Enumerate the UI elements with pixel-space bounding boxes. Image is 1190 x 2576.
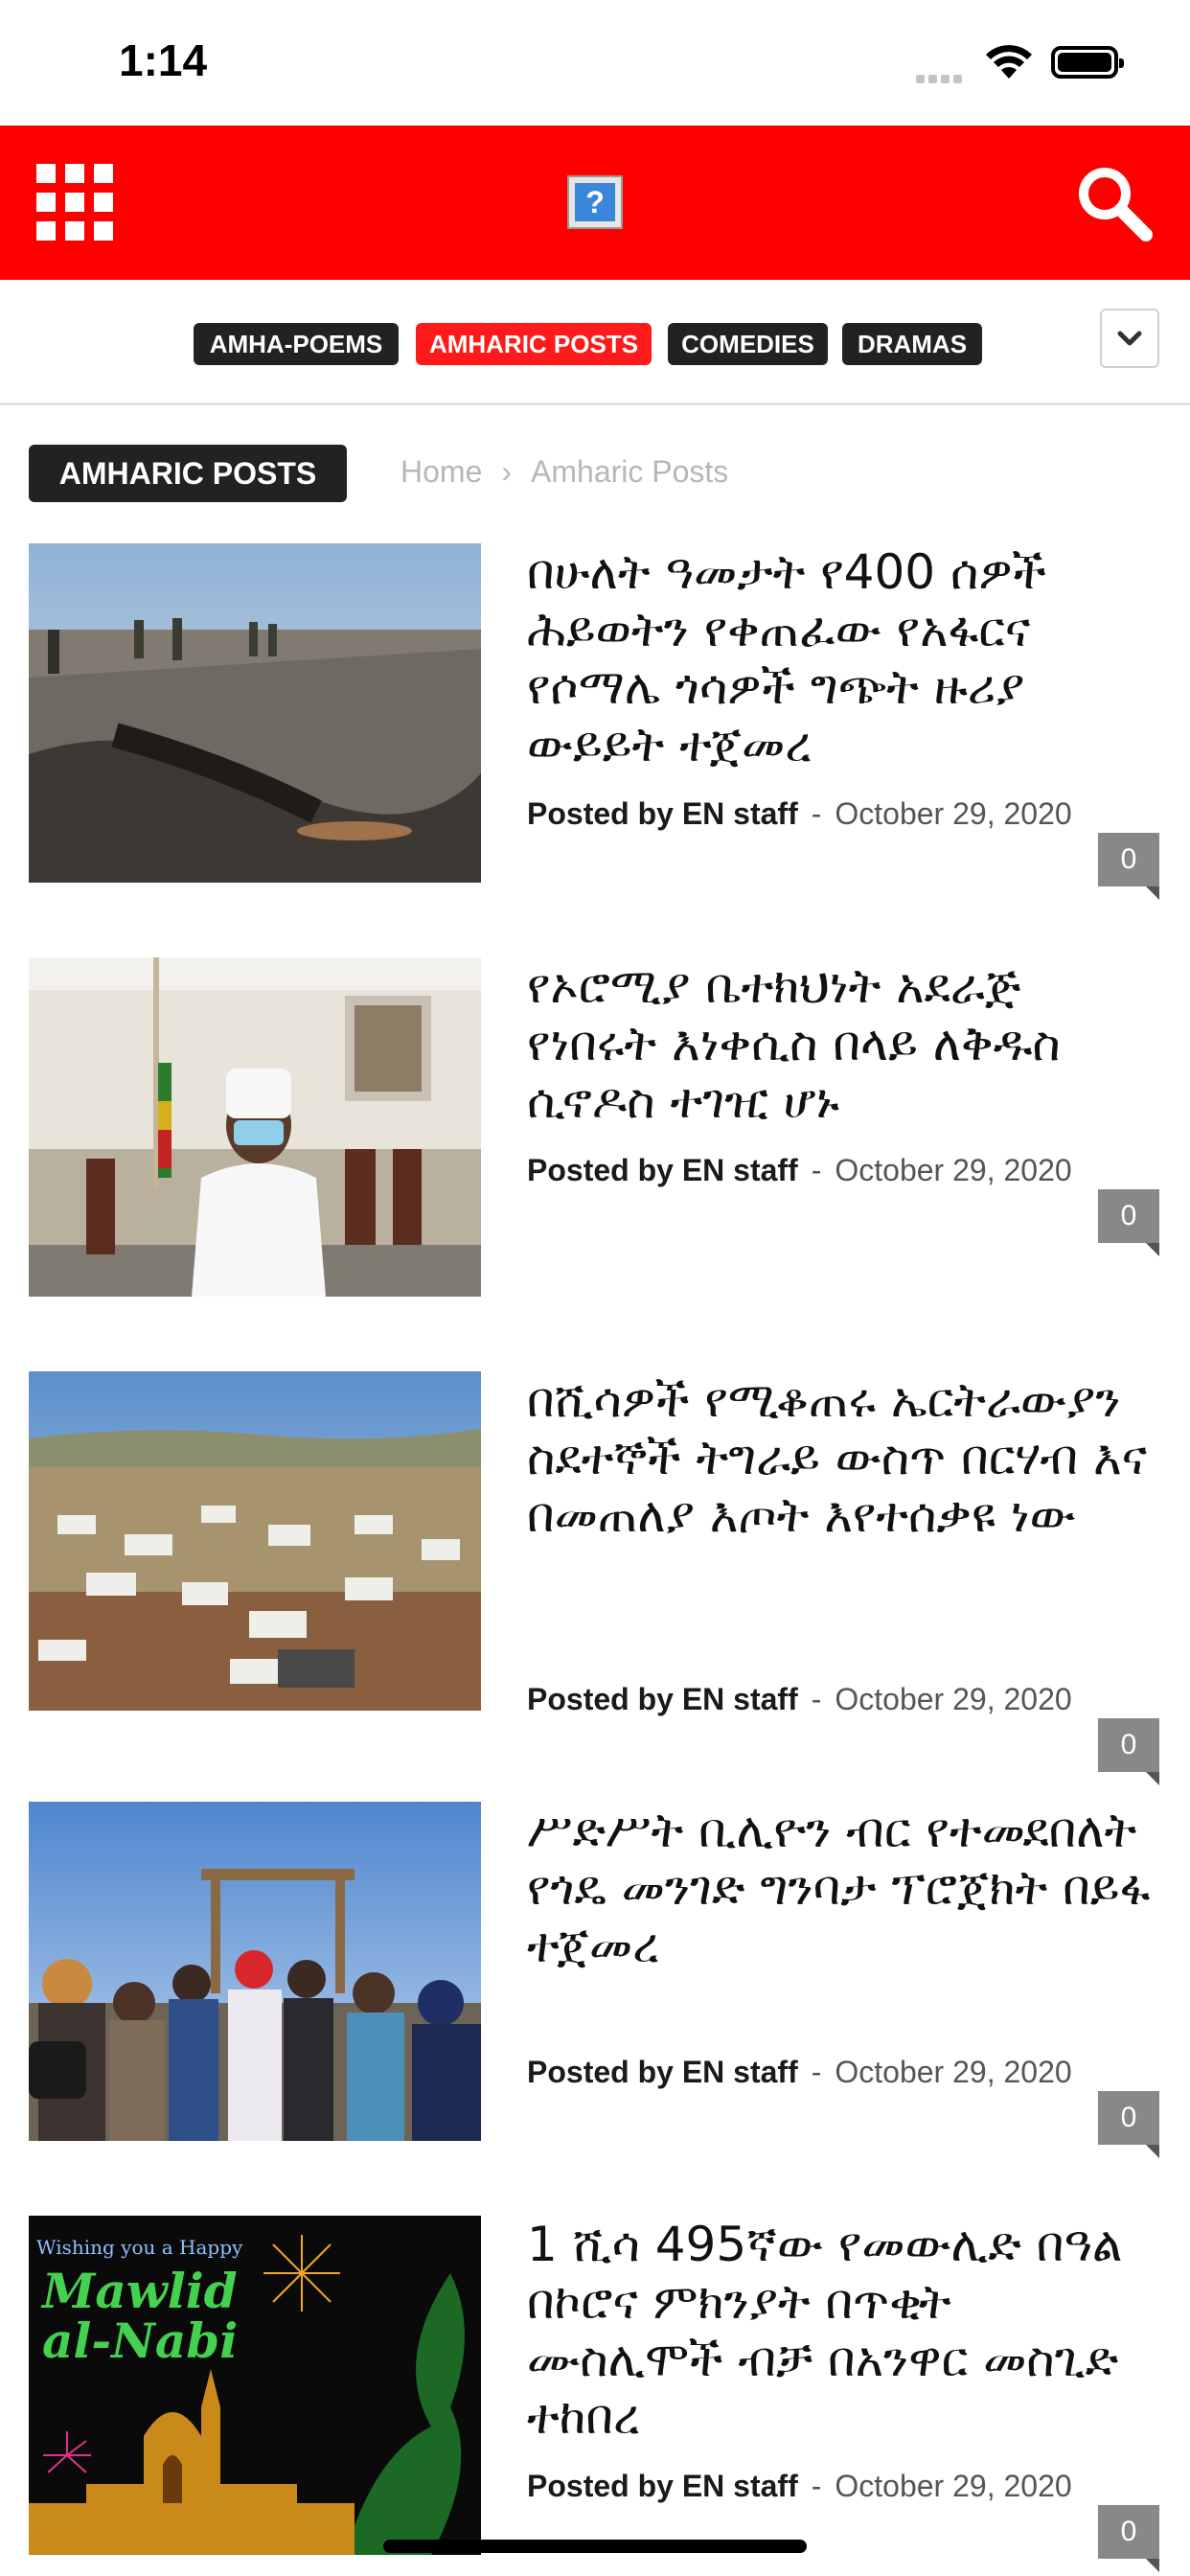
post-title[interactable]: 1 ሺሳ 495ኛው የመውሊድ በዓል በኮሮና ምክንያት በጥቂት ሙስሊ… [527,2216,1159,2446]
post-author: Posted by EN staff [527,1153,798,1187]
post-date: October 29, 2020 [835,796,1072,831]
post-thumbnail[interactable]: Wishing you a Happy Mawlid al-Nabi [29,2216,481,2555]
post-title[interactable]: ሥድሥት ቢሊዮን ብር የተመደበለት የጎዴ መንገድ ግንባታ ፕሮጀክት… [527,1802,1159,1974]
post-author: Posted by EN staff [527,1682,798,1716]
battery-icon [1051,46,1124,79]
post-meta-separator: - [811,2469,822,2503]
post-meta: Posted by EN staff - October 29, 2020 [527,2055,1072,2090]
section-title: AMHARIC POSTS [29,445,347,502]
post-thumbnail[interactable] [29,543,481,883]
post-author: Posted by EN staff [527,796,798,831]
comment-count-badge[interactable]: 0 [1098,2505,1159,2572]
post-title[interactable]: በሁለት ዓመታት የ400 ሰዎች ሕይወትን የቀጠፈው የአፋርና የሶማ… [527,543,1159,773]
search-icon[interactable] [1073,162,1154,242]
post-meta-separator: - [811,1153,822,1187]
post-author: Posted by EN staff [527,2469,798,2503]
category-amharic-posts[interactable]: AMHARIC POSTS [416,323,652,365]
post-meta: Posted by EN staff - October 29, 2020 [527,796,1072,832]
post-thumbnail[interactable] [29,1371,481,1711]
post-meta: Posted by EN staff - October 29, 2020 [527,1153,1072,1188]
image-caption-line3: al-Nabi [42,2312,238,2369]
image-caption-line2: Mawlid [40,2263,238,2319]
category-amha-poems[interactable]: AMHA-POEMS [194,323,399,365]
breadcrumb: Home › Amharic Posts [400,454,728,490]
status-bar: 1:14 [0,0,1190,126]
post-meta: Posted by EN staff - October 29, 2020 [527,2469,1072,2504]
post-thumbnail[interactable] [29,957,481,1297]
post-title[interactable]: በሺሳዎች የሚቆጠሩ ኤርትራውያን ስደተኞች ትግራይ ውስጥ በርሃብ … [527,1371,1159,1544]
comment-count-badge[interactable]: 0 [1098,833,1159,900]
grid-menu-icon[interactable] [36,164,113,241]
comment-count-badge[interactable]: 0 [1098,1189,1159,1256]
category-comedies[interactable]: COMEDIES [668,323,828,365]
comment-count-badge[interactable]: 0 [1098,1718,1159,1785]
app-header: ? [0,126,1190,280]
image-caption-line1: Wishing you a Happy [36,2236,243,2259]
post-date: October 29, 2020 [835,1153,1072,1187]
post-meta-separator: - [811,796,822,831]
category-bar: AMHA-POEMS AMHARIC POSTS COMEDIES DRAMAS [0,280,1190,405]
post-author: Posted by EN staff [527,2055,798,2089]
post-date: October 29, 2020 [835,1682,1072,1716]
breadcrumb-home[interactable]: Home [400,454,482,489]
status-time: 1:14 [119,35,208,85]
home-indicator[interactable] [383,2540,807,2553]
breadcrumb-current: Amharic Posts [531,454,729,489]
post-meta-separator: - [811,2055,822,2089]
cellular-signal-icon [916,69,966,87]
chevron-down-icon[interactable] [1100,309,1159,368]
breadcrumb-separator: › [501,454,513,489]
question-mark-icon[interactable]: ? [567,175,623,229]
category-dramas[interactable]: DRAMAS [842,323,982,365]
post-title[interactable]: የኦሮሚያ ቤተክህነት አደራጅ የነበሩት እነቀሲስ በላይ ለቅዱስ ሲ… [527,957,1159,1130]
post-meta-separator: - [811,1682,822,1716]
post-thumbnail[interactable] [29,1802,481,2141]
post-meta: Posted by EN staff - October 29, 2020 [527,1682,1072,1717]
wifi-icon [986,45,1032,79]
post-date: October 29, 2020 [835,2055,1072,2089]
post-date: October 29, 2020 [835,2469,1072,2503]
comment-count-badge[interactable]: 0 [1098,2091,1159,2158]
